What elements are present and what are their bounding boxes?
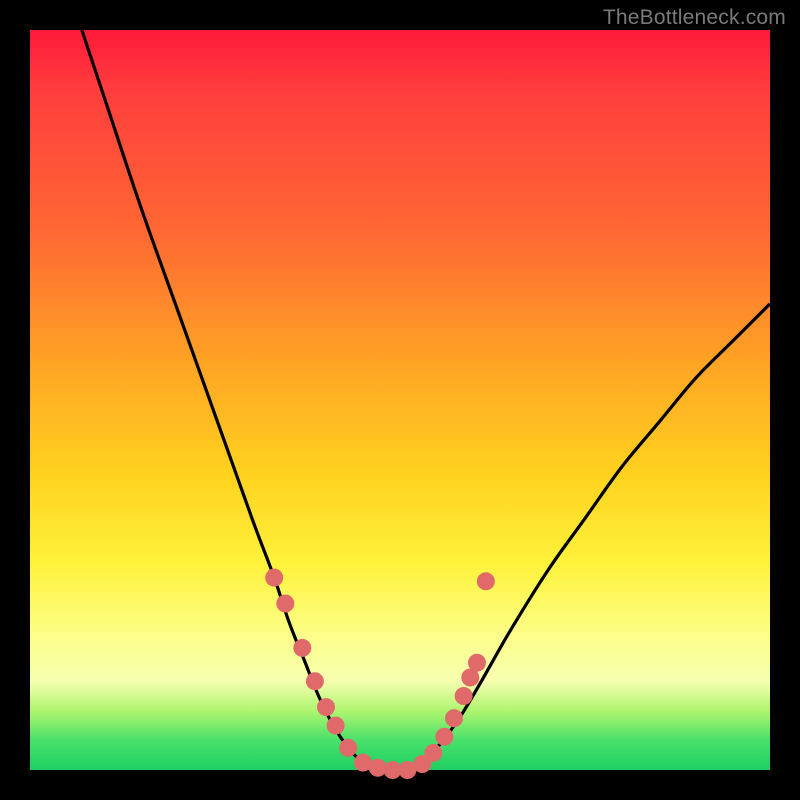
curve-marker xyxy=(468,654,486,672)
plot-area xyxy=(30,30,770,770)
marker-group xyxy=(265,569,495,779)
curve-marker xyxy=(276,595,294,613)
curve-marker xyxy=(317,698,335,716)
curve-marker xyxy=(306,672,324,690)
watermark-label: TheBottleneck.com xyxy=(603,6,786,30)
bottleneck-curve xyxy=(82,30,770,771)
curve-marker xyxy=(435,728,453,746)
chart-frame: TheBottleneck.com xyxy=(0,0,800,800)
curve-marker xyxy=(265,569,283,587)
curve-layer xyxy=(30,30,770,770)
curve-marker xyxy=(424,744,442,762)
curve-marker xyxy=(327,717,345,735)
curve-marker xyxy=(445,709,463,727)
curve-marker xyxy=(293,639,311,657)
curve-marker xyxy=(339,739,357,757)
curve-marker xyxy=(477,572,495,590)
curve-marker xyxy=(455,687,473,705)
